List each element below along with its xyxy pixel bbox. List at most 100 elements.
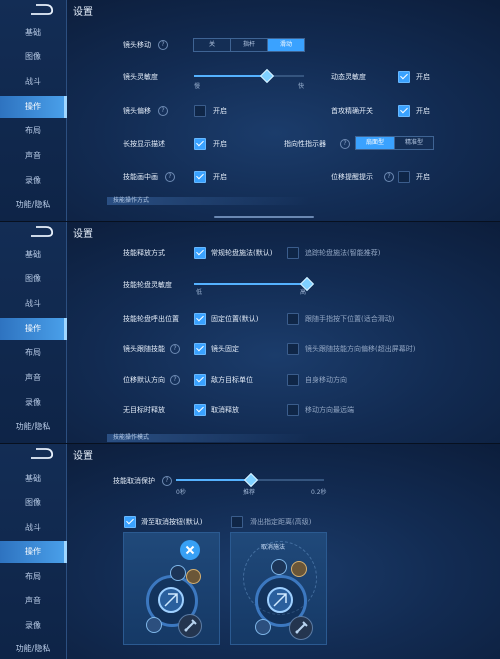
sidebar-item-basic[interactable]: 基础 <box>0 22 66 44</box>
camera-follow-option2-label: 镜头跟随技能方向偏移(超出屏幕时) <box>305 345 416 353</box>
camera-offset-state: 开启 <box>213 107 227 115</box>
skill-draw-state: 开启 <box>213 173 227 181</box>
indicator-option-fan[interactable]: 扇面型 <box>356 137 395 149</box>
sidebar-item-sound[interactable]: 声音 <box>0 367 66 389</box>
indicator-segmented: 扇面型 精准型 <box>355 136 434 150</box>
sidebar-item-layout[interactable]: 布局 <box>0 566 66 588</box>
camera-move-option-off[interactable]: 关 <box>194 39 231 51</box>
skill-draw-checkbox[interactable] <box>194 171 206 183</box>
sidebar-item-combat[interactable]: 战斗 <box>0 71 66 93</box>
no-target-option1-label: 取消释放 <box>211 406 239 414</box>
attack-sword-icon <box>289 616 313 640</box>
sidebar-item-graphics[interactable]: 图像 <box>0 46 66 68</box>
help-icon[interactable]: ? <box>170 375 180 385</box>
help-icon[interactable]: ? <box>162 476 172 486</box>
sidebar-item-sound[interactable]: 声音 <box>0 145 66 167</box>
sidebar-item-replay[interactable]: 录像 <box>0 392 66 414</box>
no-target-label: 无目标时释放 <box>123 406 165 414</box>
camera-offset-label: 镜头偏移 <box>123 107 151 115</box>
sidebar-item-graphics[interactable]: 图像 <box>0 492 66 514</box>
sidebar-item-layout[interactable]: 布局 <box>0 342 66 364</box>
preview-card-cancel-button[interactable] <box>123 532 220 645</box>
sidebar-item-basic[interactable]: 基础 <box>0 244 66 266</box>
default-direction-option2-checkbox[interactable] <box>287 374 299 386</box>
cast-mode-option1-label: 常规轮盘施法(默认) <box>211 249 273 257</box>
dynamic-sensitivity-checkbox[interactable] <box>398 71 410 83</box>
no-target-option2-label: 移动方向最远端 <box>305 406 354 414</box>
help-icon[interactable]: ? <box>340 139 350 149</box>
sidebar: 基础 图像 战斗 操作 布局 声音 录像 功能/隐私 <box>0 222 67 444</box>
first-precision-checkbox[interactable] <box>398 105 410 117</box>
slider-tick-min: 0秒 <box>176 489 186 496</box>
camera-follow-label: 镜头跟随技能 <box>123 345 165 353</box>
slide-out-distance-label: 滑出指定距离(高级) <box>250 518 312 526</box>
page-title: 设置 <box>73 229 93 240</box>
slide-to-cancel-label: 滑至取消按钮(默认) <box>141 518 203 526</box>
skill-icon <box>170 565 186 581</box>
attack-sword-icon <box>178 614 202 638</box>
default-direction-option1-checkbox[interactable] <box>194 374 206 386</box>
camera-move-option-joystick[interactable]: 指杆 <box>231 39 268 51</box>
slider-max-label: 快 <box>298 83 305 90</box>
default-direction-option1-label: 敌方目标单位 <box>211 376 253 384</box>
sidebar-item-replay[interactable]: 录像 <box>0 170 66 192</box>
wheel-sensitivity-fill <box>194 283 306 285</box>
help-icon[interactable]: ? <box>165 172 175 182</box>
first-precision-label: 首攻精确开关 <box>331 107 373 115</box>
sidebar-item-layout[interactable]: 布局 <box>0 120 66 142</box>
indicator-option-precise[interactable]: 精准型 <box>395 137 433 149</box>
camera-follow-option2-checkbox[interactable] <box>287 343 299 355</box>
no-target-option1-checkbox[interactable] <box>194 404 206 416</box>
cancel-protect-knob[interactable] <box>243 472 259 488</box>
sidebar-item-combat[interactable]: 战斗 <box>0 293 66 315</box>
scroll-indicator <box>214 216 314 218</box>
sidebar-item-combat[interactable]: 战斗 <box>0 517 66 539</box>
cancel-protect-fill <box>176 479 250 481</box>
sidebar-item-controls[interactable]: 操作 <box>0 96 67 118</box>
settings-panel-bottom: 基础 图像 战斗 操作 布局 声音 录像 功能/隐私 设置 技能取消保护 ? 0… <box>0 444 500 659</box>
cast-mode-option1-checkbox[interactable] <box>194 247 206 259</box>
sidebar-item-graphics[interactable]: 图像 <box>0 268 66 290</box>
sidebar-item-privacy[interactable]: 功能/隐私 <box>0 194 66 216</box>
indicator-label: 指向性指示器 <box>284 140 326 148</box>
wheel-position-option1-checkbox[interactable] <box>194 313 206 325</box>
sidebar-item-sound[interactable]: 声音 <box>0 590 66 612</box>
displacement-tip-checkbox[interactable] <box>398 171 410 183</box>
camera-sensitivity-knob[interactable] <box>259 68 275 84</box>
no-target-option2-checkbox[interactable] <box>287 404 299 416</box>
settings-panel-top: 基础 图像 战斗 操作 布局 声音 录像 功能/隐私 设置 镜头移动 ? 关 指… <box>0 0 500 222</box>
back-logo-icon[interactable] <box>28 3 54 17</box>
cast-mode-option2-label: 追踪轮盘施法(智能推荐) <box>305 249 381 257</box>
wheel-position-label: 技能轮盘呼出位置 <box>123 315 179 323</box>
sidebar-item-privacy[interactable]: 功能/隐私 <box>0 416 66 438</box>
camera-offset-checkbox[interactable] <box>194 105 206 117</box>
back-logo-icon[interactable] <box>28 447 54 461</box>
camera-sensitivity-label: 镜头灵敏度 <box>123 73 158 81</box>
help-icon[interactable]: ? <box>158 106 168 116</box>
slide-to-cancel-checkbox[interactable] <box>124 516 136 528</box>
camera-follow-option1-checkbox[interactable] <box>194 343 206 355</box>
wheel-position-option2-checkbox[interactable] <box>287 313 299 325</box>
sidebar-item-controls[interactable]: 操作 <box>0 318 67 340</box>
camera-move-label: 镜头移动 <box>123 41 151 49</box>
sidebar-item-privacy[interactable]: 功能/隐私 <box>0 638 66 659</box>
help-icon[interactable]: ? <box>170 344 180 354</box>
sidebar-item-controls[interactable]: 操作 <box>0 541 67 563</box>
camera-move-option-swipe[interactable]: 滑动 <box>268 39 304 51</box>
cancel-protect-label: 技能取消保护 <box>113 477 155 485</box>
preview-card-slide-distance[interactable]: 取消施法 <box>230 532 327 645</box>
skill-joystick-icon <box>158 587 184 613</box>
cast-mode-option2-checkbox[interactable] <box>287 247 299 259</box>
slide-out-distance-checkbox[interactable] <box>231 516 243 528</box>
back-logo-icon[interactable] <box>28 225 54 239</box>
slider-min-label: 慢 <box>194 83 201 90</box>
long-press-checkbox[interactable] <box>194 138 206 150</box>
camera-follow-option1-label: 镜头固定 <box>211 345 239 353</box>
slider-max-label: 高 <box>300 289 307 296</box>
help-icon[interactable]: ? <box>384 172 394 182</box>
sidebar-item-basic[interactable]: 基础 <box>0 468 66 490</box>
help-icon[interactable]: ? <box>158 40 168 50</box>
slider-min-label: 低 <box>196 289 203 296</box>
sidebar-item-replay[interactable]: 录像 <box>0 615 66 637</box>
wheel-sensitivity-label: 技能轮盘灵敏度 <box>123 281 172 289</box>
